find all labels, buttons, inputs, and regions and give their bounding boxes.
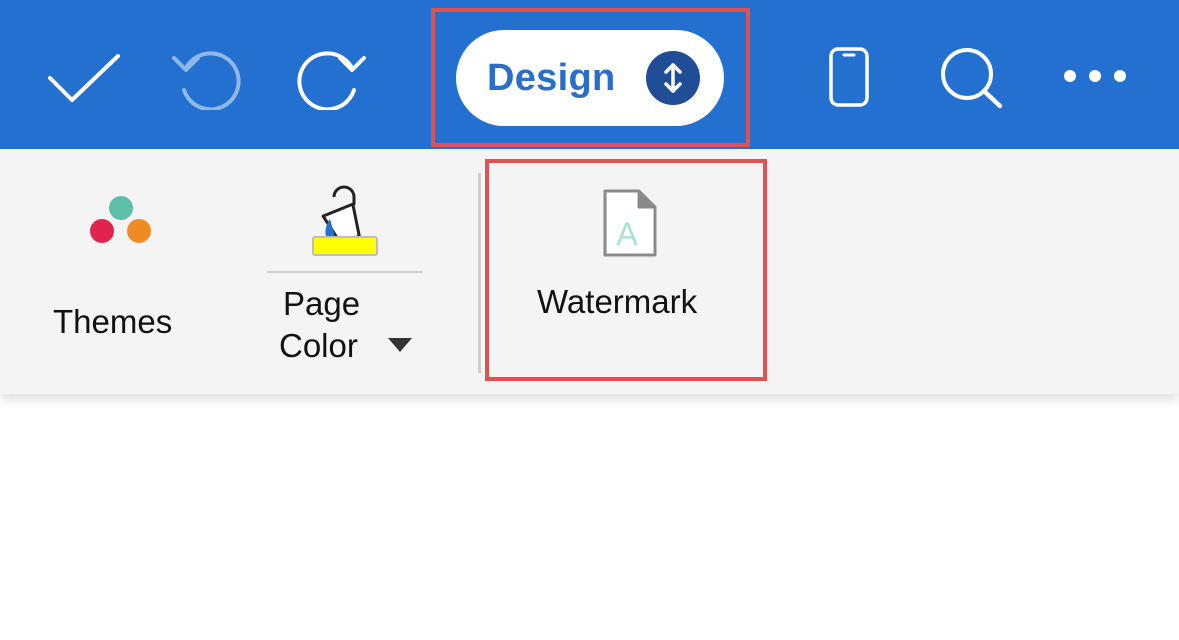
more-icon[interactable] (1060, 66, 1130, 86)
redo-icon[interactable] (292, 46, 370, 110)
checkmark-icon[interactable] (46, 50, 122, 106)
chevron-down-icon[interactable] (387, 337, 413, 358)
watermark-button[interactable]: A Watermark (485, 159, 767, 381)
ribbon-group-divider (478, 173, 481, 373)
themes-dots-icon (88, 193, 154, 252)
design-tab-selector[interactable]: Design (456, 30, 724, 126)
up-down-arrows-icon (646, 51, 700, 105)
themes-label: Themes (53, 303, 173, 340)
undo-icon[interactable] (168, 46, 246, 110)
phone-icon[interactable] (828, 46, 870, 108)
search-icon[interactable] (938, 46, 1006, 110)
page-color-divider (267, 271, 423, 273)
design-tab-label: Design (487, 57, 616, 99)
top-toolbar: Design (0, 0, 1179, 149)
svg-text:A: A (616, 216, 638, 252)
watermark-document-icon: A (599, 187, 659, 264)
design-ribbon: Themes Page Color A Watermark (0, 149, 1179, 394)
watermark-label: Watermark (537, 283, 698, 320)
page-color-label-line1: Page (283, 285, 361, 322)
themes-button[interactable]: Themes (20, 169, 220, 349)
page-color-label-line2: Color (279, 327, 358, 364)
paint-bucket-icon (310, 181, 380, 266)
